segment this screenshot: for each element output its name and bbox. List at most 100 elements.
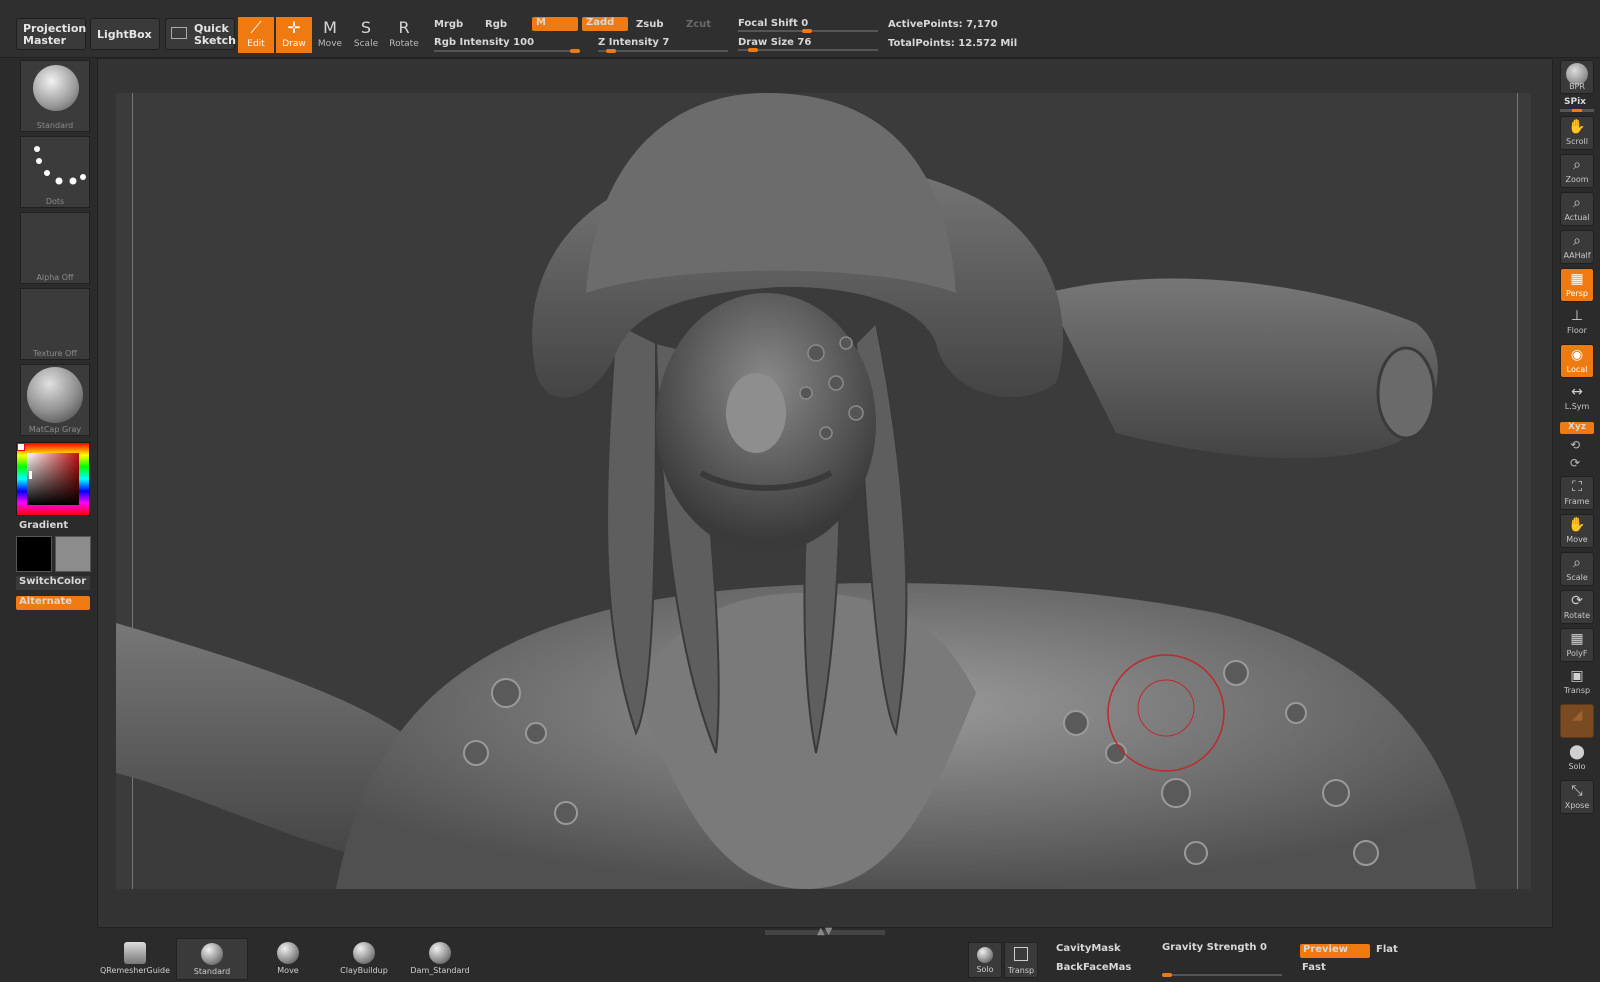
draw-size-slider[interactable] <box>738 48 878 52</box>
lsym-button[interactable]: ↔ L.Sym <box>1560 382 1594 416</box>
m-button[interactable]: M <box>532 17 578 31</box>
stroke-selector[interactable]: Dots <box>20 136 90 208</box>
z-intensity-knob[interactable] <box>606 49 616 53</box>
secondary-color-swatch[interactable] <box>16 536 52 572</box>
mrgb-button[interactable]: Mrgb <box>434 19 463 30</box>
rgb-intensity-knob[interactable] <box>570 49 580 53</box>
color-picker[interactable] <box>16 442 90 516</box>
zoom-button[interactable]: ⌕ Zoom <box>1560 154 1594 188</box>
texture-selector[interactable]: Texture Off <box>20 288 90 360</box>
draw-size-knob[interactable] <box>748 48 758 52</box>
color-square[interactable] <box>27 453 79 505</box>
quick-sketch-button[interactable]: Quick Sketch <box>165 18 236 50</box>
spix-slider[interactable] <box>1560 109 1594 112</box>
bpr-button[interactable]: BPR <box>1560 60 1594 94</box>
scroll-button[interactable]: ✋ Scroll <box>1560 116 1594 150</box>
actual-button[interactable]: ⌕ Actual <box>1560 192 1594 226</box>
fast-button[interactable]: Fast <box>1302 962 1326 973</box>
rotate-z-icon[interactable]: ⟳ <box>1570 456 1580 470</box>
scale-view-label: Scale <box>1566 573 1588 582</box>
actual-label: Actual <box>1564 213 1590 222</box>
rotate-view-icon: ⟳ <box>1571 593 1583 609</box>
xyz-button[interactable]: Xyz <box>1560 422 1594 434</box>
material-selector[interactable]: MatCap Gray <box>20 364 90 436</box>
brush-qremesherguide[interactable]: QRemesherGuide <box>98 938 172 980</box>
brush-standard[interactable]: Standard <box>176 938 248 980</box>
draw-size-label: Draw Size 76 <box>738 37 812 48</box>
main-color-swatch[interactable] <box>55 536 91 572</box>
solo-button[interactable]: Solo <box>968 942 1002 978</box>
projection-master-button[interactable]: Projection Master <box>16 18 86 50</box>
brush-label-move: Move <box>277 966 299 975</box>
move-button[interactable]: M Move <box>312 17 348 53</box>
persp-button[interactable]: ▦ Persp <box>1560 268 1594 302</box>
draw-icon: ✛ <box>287 18 301 37</box>
frame-button[interactable]: ⛶ Frame <box>1560 476 1594 510</box>
transp-button[interactable]: ▣ Transp <box>1560 666 1594 700</box>
xpose-button[interactable]: ⤡ Xpose <box>1560 780 1594 814</box>
zadd-button[interactable]: Zadd <box>582 17 628 31</box>
brush-dam-standard[interactable]: Dam_Standard <box>404 938 476 980</box>
focal-shift-slider[interactable] <box>738 29 878 33</box>
transp-bottom-label: Transp <box>1007 966 1035 975</box>
solo-icon: ⬤ <box>1569 744 1585 760</box>
floor-button[interactable]: ⊥ Floor <box>1560 306 1594 340</box>
move-label: Move <box>317 39 343 49</box>
lightbox-button[interactable]: LightBox <box>90 18 160 50</box>
frame-icon: ⛶ <box>1572 479 1582 495</box>
alternate-button[interactable]: Alternate <box>16 596 90 610</box>
brush-label-standard: Standard <box>193 967 231 976</box>
rgb-intensity-slider[interactable] <box>434 49 580 53</box>
rgb-intensity-label: Rgb Intensity 100 <box>434 37 535 48</box>
cavity-mask-button[interactable]: CavityMask <box>1056 943 1121 954</box>
rotate-button[interactable]: R Rotate <box>386 17 422 53</box>
zoom-label: Zoom <box>1565 175 1589 184</box>
move-view-button[interactable]: ✋ Move <box>1560 514 1594 548</box>
rgb-button[interactable]: Rgb <box>485 19 507 30</box>
edit-button[interactable]: ⟋ Edit <box>238 17 274 53</box>
flat-button[interactable]: Flat <box>1376 944 1398 955</box>
scale-magnifier-icon: ⌕ <box>1573 555 1581 571</box>
draw-label: Draw <box>282 39 306 49</box>
persp-label: Persp <box>1566 289 1588 298</box>
rotate-view-button[interactable]: ⟳ Rotate <box>1560 590 1594 624</box>
transp-bottom-button[interactable]: Transp <box>1004 942 1038 978</box>
alpha-selector[interactable]: Alpha Off <box>20 212 90 284</box>
gravity-strength-knob[interactable] <box>1162 973 1172 977</box>
solo-view-button[interactable]: ⬤ Solo <box>1560 742 1594 776</box>
move-brush-icon <box>277 942 299 964</box>
scale-button[interactable]: S Scale <box>348 17 384 53</box>
viewport-canvas[interactable] <box>116 93 1531 889</box>
brush-move[interactable]: Move <box>252 938 324 980</box>
transp-label: Transp <box>1563 686 1591 695</box>
preview-button[interactable]: Preview <box>1300 944 1370 958</box>
aahalf-button[interactable]: ⌕ AAHalf <box>1560 230 1594 264</box>
scale-label: Scale <box>353 39 379 49</box>
polyf-button[interactable]: ▦ PolyF <box>1560 628 1594 662</box>
gravity-strength-slider[interactable] <box>1162 973 1282 977</box>
active-points-readout: ActivePoints: 7,170 <box>888 19 998 30</box>
ghost-button[interactable]: ◢ <box>1560 704 1594 738</box>
zsub-button[interactable]: Zsub <box>636 19 663 30</box>
brush-selector[interactable]: Standard <box>20 60 90 132</box>
frame-label: Frame <box>1564 497 1590 506</box>
lsym-label: L.Sym <box>1564 402 1590 411</box>
move-view-label: Move <box>1566 535 1588 544</box>
local-button[interactable]: ◉ Local <box>1560 344 1594 378</box>
zcut-button[interactable]: Zcut <box>686 19 711 30</box>
z-intensity-slider[interactable] <box>598 49 728 53</box>
spix-knob[interactable] <box>1572 109 1582 112</box>
dots-stroke-icon <box>34 146 86 185</box>
collapse-arrows-icon[interactable]: ▲▼ <box>817 926 832 937</box>
gradient-button[interactable]: Gradient <box>19 520 68 531</box>
draw-button[interactable]: ✛ Draw <box>276 17 312 53</box>
backface-mask-button[interactable]: BackFaceMas <box>1056 962 1131 973</box>
magnifier-icon: ⌕ <box>1573 157 1581 173</box>
sym-arrows-icon: ↔ <box>1571 384 1583 400</box>
scale-view-button[interactable]: ⌕ Scale <box>1560 552 1594 586</box>
brush-claybuildup[interactable]: ClayBuildup <box>328 938 400 980</box>
aahalf-label: AAHalf <box>1563 251 1591 260</box>
rotate-y-icon[interactable]: ⟲ <box>1570 438 1580 452</box>
focal-shift-knob[interactable] <box>802 29 812 33</box>
switch-color-button[interactable]: SwitchColor <box>16 576 90 590</box>
